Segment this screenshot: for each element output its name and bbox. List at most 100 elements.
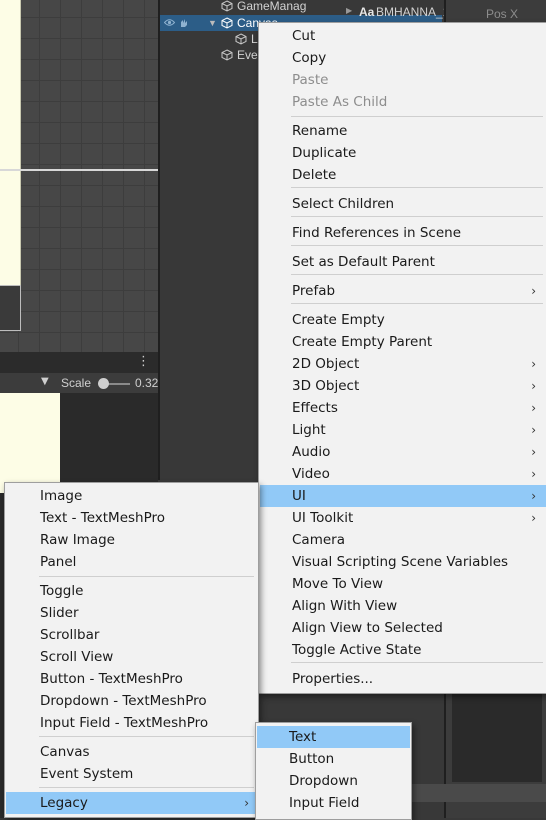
menu-item-camera[interactable]: Camera [260,529,546,551]
scale-value: 0.32 [135,376,159,390]
menu-item-cut[interactable]: Cut [260,25,546,47]
legacy-menu-item-dropdown[interactable]: Dropdown [257,770,410,792]
legacy-menu-item-text[interactable]: Text [257,726,410,748]
resolution-dropdown-icon[interactable]: ▼ [41,376,49,387]
ui-menu-item-button-textmeshpro[interactable]: Button - TextMeshPro [6,668,257,690]
menu-item-ui[interactable]: UI › [260,485,546,507]
ui-menu-item-input-field-textmeshpro[interactable]: Input Field - TextMeshPro [6,712,257,734]
menu-item-align-with-view[interactable]: Align With View [260,595,546,617]
scale-slider-handle[interactable] [98,378,109,389]
menu-item-label: Event System [40,766,134,782]
menu-item-select-children[interactable]: Select Children [260,193,546,215]
menu-item-label: Paste As Child [292,94,388,110]
scale-label: Scale [61,376,92,390]
font-asset-field[interactable]: ▶ Aa BMHANNA_1 [340,3,449,21]
inspector-background-block [452,692,542,782]
ui-menu-item-dropdown-textmeshpro[interactable]: Dropdown - TextMeshPro [6,690,257,712]
menu-item-label: Legacy [40,795,88,811]
ui-menu-item-panel[interactable]: Panel [6,551,257,573]
menu-item-label: UI Toolkit [292,510,354,526]
font-asset-name: BMHANNA_1 [376,5,450,19]
hierarchy-item-label: L [251,32,258,46]
menu-item-label: Align View to Selected [292,620,443,636]
menu-item-label: Dropdown [289,773,358,789]
menu-item-label: 3D Object [292,378,360,394]
menu-item-move-to-view[interactable]: Move To View [260,573,546,595]
legacy-menu-item-button[interactable]: Button [257,748,410,770]
menu-item-effects[interactable]: Effects › [260,397,546,419]
menu-item-label: Slider [40,605,79,621]
menu-item-label: Rename [292,123,348,139]
menu-item-3d-object[interactable]: 3D Object › [260,375,546,397]
ui-menu-item-scroll-view[interactable]: Scroll View [6,646,257,668]
menu-item-label: Button [289,751,335,767]
menu-item-label: UI [292,488,306,504]
menu-separator [39,736,254,737]
menu-item-label: Create Empty [292,312,385,328]
submenu-arrow-icon: › [531,445,536,459]
menu-item-label: Delete [292,167,337,183]
menu-separator [291,187,543,188]
menu-item-label: Select Children [292,196,395,212]
ui-menu-item-legacy[interactable]: Legacy › [6,792,257,814]
menu-item-toggle-active-state[interactable]: Toggle Active State [260,639,546,661]
scene-canvas-rect [0,0,21,285]
scene-view[interactable] [0,0,158,352]
menu-item-paste-as-child: Paste As Child [260,91,546,113]
ui-menu-item-scrollbar[interactable]: Scrollbar [6,624,257,646]
menu-separator [39,787,254,788]
ui-menu-item-canvas[interactable]: Canvas [6,741,257,763]
ui-menu-item-raw-image[interactable]: Raw Image [6,529,257,551]
menu-separator [291,216,543,217]
ui-menu-item-toggle[interactable]: Toggle [6,580,257,602]
menu-item-set-as-default-parent[interactable]: Set as Default Parent [260,251,546,273]
menu-item-find-references-in-scene[interactable]: Find References in Scene [260,222,546,244]
expand-arrow-icon[interactable]: ▶ [346,6,352,15]
ui-menu-item-image[interactable]: Image [6,485,257,507]
menu-item-label: 2D Object [292,356,360,372]
gameobject-icon [221,17,233,29]
visibility-eye-icon[interactable] [164,18,175,27]
menu-item-label: Audio [292,444,331,460]
fold-arrow-icon[interactable]: ▼ [208,15,217,31]
menu-item-label: Input Field - TextMeshPro [40,715,209,731]
menu-item-label: Create Empty Parent [292,334,433,350]
submenu-arrow-icon: › [531,423,536,437]
pickability-hand-icon[interactable] [179,18,189,28]
ui-menu-item-text-textmeshpro[interactable]: Text - TextMeshPro [6,507,257,529]
menu-item-copy[interactable]: Copy [260,47,546,69]
menu-separator [291,116,543,117]
menu-item-duplicate[interactable]: Duplicate [260,142,546,164]
submenu-arrow-icon: › [531,357,536,371]
menu-item-2d-object[interactable]: 2D Object › [260,353,546,375]
menu-item-rename[interactable]: Rename [260,120,546,142]
menu-item-create-empty-parent[interactable]: Create Empty Parent [260,331,546,353]
menu-item-label: Copy [292,50,327,66]
ui-menu-item-slider[interactable]: Slider [6,602,257,624]
legacy-menu-item-input-field[interactable]: Input Field [257,792,410,814]
menu-item-align-view-to-selected[interactable]: Align View to Selected [260,617,546,639]
menu-item-properties[interactable]: Properties... [260,668,546,690]
menu-item-visual-scripting-scene-variables[interactable]: Visual Scripting Scene Variables [260,551,546,573]
menu-item-video[interactable]: Video › [260,463,546,485]
menu-item-label: Move To View [292,576,384,592]
menu-item-label: Panel [40,554,77,570]
inspector-footer-strip [410,784,546,802]
more-options-icon[interactable]: ⋮ [137,353,150,371]
submenu-arrow-icon: › [531,489,536,503]
hierarchy-context-menu: Cut Copy Paste Paste As Child Rename Duplicat… [258,22,546,694]
menu-item-create-empty[interactable]: Create Empty [260,309,546,331]
menu-item-label: Scroll View [40,649,114,665]
menu-item-light[interactable]: Light › [260,419,546,441]
menu-item-label: Button - TextMeshPro [40,671,183,687]
game-canvas-preview [0,393,60,493]
menu-separator [39,576,254,577]
scene-selection-box [0,285,21,331]
menu-item-ui-toolkit[interactable]: UI Toolkit › [260,507,546,529]
menu-item-audio[interactable]: Audio › [260,441,546,463]
menu-item-delete[interactable]: Delete [260,164,546,186]
font-asset-icon: Aa [359,5,375,19]
submenu-arrow-icon: › [531,401,536,415]
ui-menu-item-event-system[interactable]: Event System [6,763,257,785]
menu-item-prefab[interactable]: Prefab › [260,280,546,302]
